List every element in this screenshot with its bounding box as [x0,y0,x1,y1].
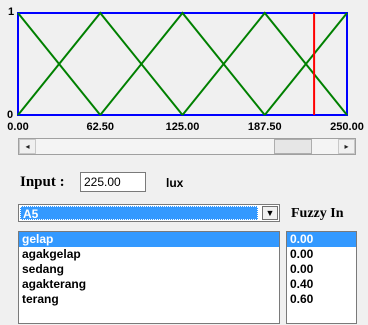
fuzzy-set-item[interactable]: agakterang [19,277,279,292]
membership-curves [17,11,348,116]
input-slider[interactable]: ◂ ▸ [18,138,356,155]
membership-plot: 1 0 0.00 62.50 125.00 187.50 250.00 [0,0,368,135]
membership-curve-agakterang [181,11,348,116]
fuzzy-in-label: Fuzzy In [291,206,344,221]
fuzzy-value-item[interactable]: 0.00 [287,247,356,262]
fuzzy-value-item[interactable]: 0.00 [287,232,356,247]
input-label: Input : [20,174,65,190]
fuzzy-set-list[interactable]: gelap agakgelap sedang agakterang terang [18,231,280,324]
fuzzy-value-item[interactable]: 0.00 [287,262,356,277]
fuzzy-value-item[interactable]: 0.60 [287,292,356,307]
scroll-left-arrow-icon[interactable]: ◂ [19,139,36,154]
x-tick-label: 250.00 [330,121,364,133]
unit-label: lux [166,176,184,190]
fuzzy-value-item[interactable]: 0.40 [287,277,356,292]
membership-chart [17,11,348,116]
rule-select-value: A5 [20,206,258,221]
membership-curve-sedang [99,11,266,116]
fuzzy-set-item[interactable]: terang [19,292,279,307]
fuzzy-value-list[interactable]: 0.00 0.00 0.00 0.40 0.60 [286,231,357,324]
rule-select[interactable]: A5 ▼ [18,204,280,222]
fuzzy-set-item[interactable]: gelap [19,232,279,247]
fuzzy-set-item[interactable]: agakgelap [19,247,279,262]
input-value-field[interactable]: 225.00 [80,172,146,192]
plot-border [17,12,348,116]
x-tick-label: 187.50 [247,121,282,133]
slider-thumb[interactable] [273,139,312,154]
x-tick-label: 62.50 [86,121,115,133]
chevron-down-icon[interactable]: ▼ [262,206,278,220]
scroll-right-arrow-icon[interactable]: ▸ [338,139,355,154]
x-tick-label: 125.00 [165,121,200,133]
fuzzy-set-item[interactable]: sedang [19,262,279,277]
x-tick-label: 0.00 [7,121,29,133]
membership-curve-agakgelap [17,11,184,116]
